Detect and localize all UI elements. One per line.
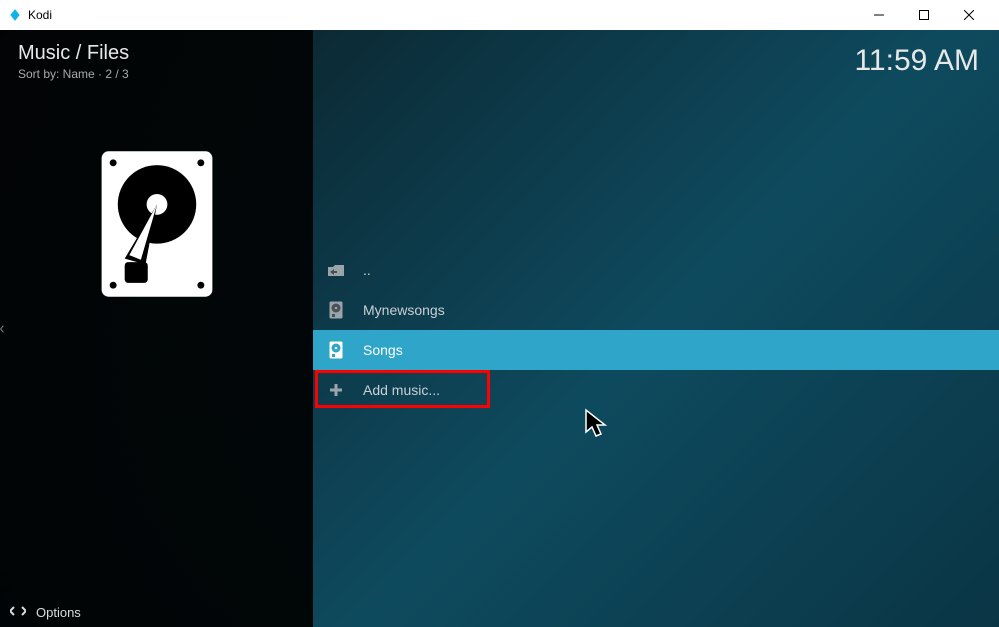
app-body: Music / Files Sort by: Name · 2 / 3 11:5…: [0, 30, 999, 627]
disk-icon: [327, 301, 345, 319]
titlebar-buttons: [856, 0, 991, 30]
maximize-button[interactable]: [901, 0, 946, 30]
disk-icon: [327, 341, 345, 359]
list-item-add-music[interactable]: Add music...: [313, 370, 999, 410]
breadcrumb: Music / Files: [18, 42, 295, 65]
options-bar[interactable]: Options: [0, 597, 313, 627]
options-label: Options: [36, 605, 81, 620]
window-title: Kodi: [28, 8, 52, 22]
file-list: .. Mynewsongs: [313, 250, 999, 410]
plus-icon: [327, 381, 345, 399]
kodi-logo-icon: [8, 8, 22, 22]
sidebar: Music / Files Sort by: Name · 2 / 3: [0, 30, 313, 627]
options-icon: [10, 604, 26, 621]
list-item-parent[interactable]: ..: [313, 250, 999, 290]
minimize-button[interactable]: [856, 0, 901, 30]
list-item-songs[interactable]: Songs: [313, 330, 999, 370]
hard-drive-icon: [97, 149, 217, 299]
clock: 11:59 AM: [854, 44, 979, 78]
list-item-mynewsongs[interactable]: Mynewsongs: [313, 290, 999, 330]
window-titlebar: Kodi: [0, 0, 999, 30]
list-item-label: Songs: [363, 342, 403, 358]
folder-up-icon: [327, 261, 345, 279]
list-item-label: Add music...: [363, 382, 440, 398]
sort-info: Sort by: Name · 2 / 3: [18, 67, 295, 81]
list-item-label: ..: [363, 262, 371, 278]
sidebar-header: Music / Files Sort by: Name · 2 / 3: [0, 30, 313, 89]
main-content: 11:59 AM ..: [313, 30, 999, 627]
close-button[interactable]: [946, 0, 991, 30]
list-item-label: Mynewsongs: [363, 302, 445, 318]
sidebar-handle[interactable]: [0, 314, 4, 344]
titlebar-left: Kodi: [8, 8, 52, 22]
